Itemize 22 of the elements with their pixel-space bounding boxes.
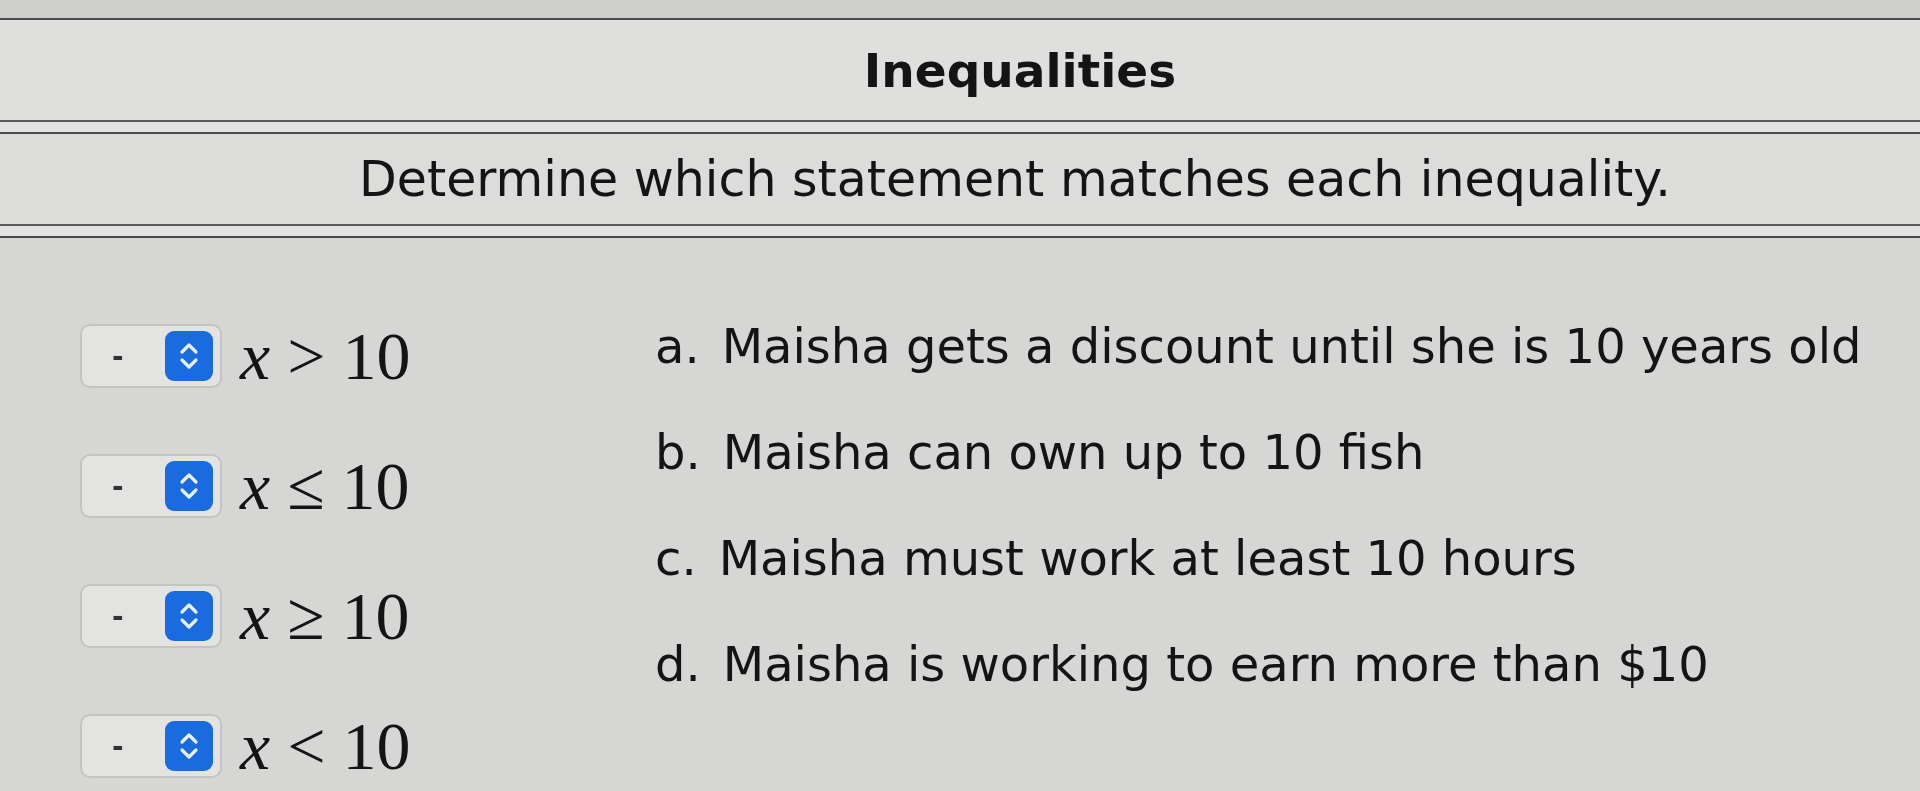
up-down-chevron-icon bbox=[165, 591, 213, 641]
answer-dropdown[interactable]: - bbox=[80, 714, 222, 778]
inequality-expression: x ≤ 10 bbox=[240, 452, 410, 520]
answer-dropdown[interactable]: - bbox=[80, 584, 222, 648]
statement-text: Maisha can own up to 10 fish bbox=[722, 424, 1425, 480]
up-down-chevron-icon bbox=[165, 461, 213, 511]
statement-letter: b. bbox=[655, 424, 701, 480]
statement-text: Maisha gets a discount until she is 10 years old bbox=[721, 318, 1862, 374]
statement-text: Maisha must work at least 10 hours bbox=[718, 530, 1577, 586]
statement-letter: a. bbox=[655, 318, 700, 374]
answer-dropdown[interactable]: - bbox=[80, 454, 222, 518]
instruction-text: Determine which statement matches each inequality. bbox=[358, 150, 1671, 208]
inequality-expression: x > 10 bbox=[240, 322, 411, 390]
inequality-expression: x ≥ 10 bbox=[240, 582, 410, 650]
statement-letter: c. bbox=[655, 530, 697, 586]
statement-text: Maisha is working to earn more than $10 bbox=[722, 636, 1709, 692]
up-down-chevron-icon bbox=[165, 331, 213, 381]
page-title: Inequalities bbox=[862, 42, 1177, 98]
statement-letter: d. bbox=[655, 636, 701, 692]
inequality-expression: x < 10 bbox=[240, 712, 411, 780]
up-down-chevron-icon bbox=[165, 721, 213, 771]
answer-dropdown[interactable]: - bbox=[80, 324, 222, 388]
